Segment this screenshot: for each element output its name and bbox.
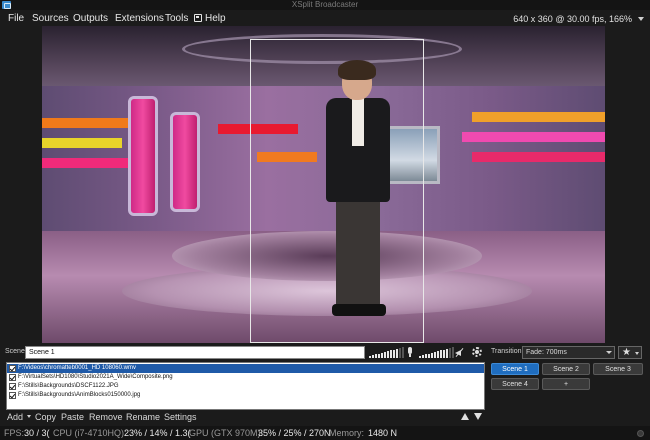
volume-bar bbox=[396, 348, 398, 358]
source-row[interactable]: F:\Stills\Backgrounds\DSCF1122.JPG bbox=[7, 382, 484, 391]
source-path: F:\VirtualSets\HD1080\Studio2021A_Wide\C… bbox=[18, 374, 173, 380]
volume-bar bbox=[402, 347, 404, 358]
window-title: XSplit Broadcaster bbox=[291, 0, 359, 9]
chevron-down-icon[interactable] bbox=[27, 415, 31, 418]
preview-stripe bbox=[42, 158, 137, 168]
paste-button[interactable]: Paste bbox=[61, 410, 84, 424]
transition-value: Fade: 700ms bbox=[526, 349, 567, 356]
cpu-value: 23% / 14% / 1.3( bbox=[124, 428, 191, 438]
volume-bar bbox=[425, 354, 427, 358]
volume-bar bbox=[452, 347, 454, 358]
volume-bar bbox=[369, 356, 371, 358]
microphone-volume-slider[interactable] bbox=[419, 347, 454, 358]
volume-bar bbox=[446, 348, 448, 358]
settings-button[interactable]: Settings bbox=[164, 410, 197, 424]
volume-bar bbox=[437, 351, 439, 358]
preview-pink-column bbox=[170, 112, 200, 212]
volume-bar bbox=[378, 353, 380, 358]
broadcast-preview[interactable] bbox=[42, 26, 605, 343]
scene-3-button[interactable]: Scene 3 bbox=[593, 363, 643, 375]
volume-bar bbox=[449, 348, 451, 358]
move-down-icon[interactable] bbox=[474, 413, 482, 420]
move-up-icon[interactable] bbox=[461, 413, 469, 420]
source-path: F:\Videos\chromatteb0001_HD 108060.wmv bbox=[18, 365, 136, 371]
source-row[interactable]: F:\VirtualSets\HD1080\Studio2021A_Wide\C… bbox=[7, 373, 484, 382]
scene-bar: Scene Transition Fade: 700ms ★ bbox=[0, 343, 650, 361]
gear-icon[interactable] bbox=[472, 347, 482, 357]
volume-bar bbox=[375, 354, 377, 358]
menu-file[interactable]: File bbox=[8, 10, 24, 28]
transition-select[interactable]: Fade: 700ms bbox=[522, 346, 615, 359]
scene-label: Scene bbox=[5, 348, 25, 355]
status-bar: FPS: 30 / 3( CPU (i7-4710HQ): 23% / 14% … bbox=[0, 426, 650, 440]
source-visibility-checkbox[interactable] bbox=[9, 383, 16, 390]
preview-stripe bbox=[42, 138, 122, 148]
scene-4-button[interactable]: Scene 4 bbox=[491, 378, 539, 390]
volume-bar bbox=[443, 349, 445, 358]
copy-button[interactable]: Copy bbox=[35, 410, 56, 424]
volume-bar bbox=[422, 355, 424, 358]
transition-label: Transition bbox=[491, 348, 522, 355]
preview-stripe bbox=[472, 112, 605, 122]
rename-button[interactable]: Rename bbox=[126, 410, 160, 424]
memory-value: 1480 N bbox=[368, 428, 398, 438]
preview-stripe bbox=[462, 132, 605, 142]
mute-icon[interactable] bbox=[455, 347, 465, 357]
volume-bar bbox=[393, 349, 395, 358]
source-row[interactable]: F:\Videos\chromatteb0001_HD 108060.wmv bbox=[7, 364, 484, 373]
status-indicator-icon bbox=[637, 430, 644, 437]
fps-label: FPS: bbox=[4, 428, 25, 438]
volume-bar bbox=[419, 356, 421, 358]
source-visibility-checkbox[interactable] bbox=[9, 392, 16, 399]
fps-value: 30 / 3( bbox=[24, 428, 50, 438]
source-row[interactable]: F:\Stills\Backgrounds\AnimBlocks0150000.… bbox=[7, 391, 484, 400]
volume-bar bbox=[387, 351, 389, 358]
source-list[interactable]: F:\Videos\chromatteb0001_HD 108060.wmv F… bbox=[6, 362, 485, 410]
add-scene-button[interactable]: + bbox=[542, 378, 590, 390]
source-visibility-checkbox[interactable] bbox=[9, 374, 16, 381]
gpu-label: GPU (GTX 970M): bbox=[189, 428, 264, 438]
volume-bar bbox=[434, 352, 436, 358]
volume-bar bbox=[428, 353, 430, 358]
add-source-button[interactable]: Add bbox=[7, 410, 23, 424]
volume-bar bbox=[399, 348, 401, 358]
microphone-icon[interactable] bbox=[407, 347, 413, 357]
volume-bar bbox=[390, 350, 392, 358]
gpu-value: 35% / 25% / 270N bbox=[258, 428, 331, 438]
chevron-down-icon bbox=[635, 352, 639, 355]
remove-button[interactable]: Remove bbox=[89, 410, 123, 424]
resolution-dropdown-icon[interactable] bbox=[638, 17, 644, 21]
volume-bar bbox=[440, 350, 442, 358]
scene-2-button[interactable]: Scene 2 bbox=[542, 363, 590, 375]
source-path: F:\Stills\Backgrounds\AnimBlocks0150000.… bbox=[18, 392, 141, 398]
title-bar: XSplit Broadcaster bbox=[0, 0, 650, 10]
volume-bar bbox=[372, 355, 374, 358]
volume-bar bbox=[431, 352, 433, 358]
scene-1-button[interactable]: Scene 1 bbox=[491, 363, 539, 375]
volume-bar bbox=[381, 352, 383, 358]
cpu-label: CPU (i7-4710HQ): bbox=[53, 428, 127, 438]
memory-label: Memory: bbox=[329, 428, 365, 438]
preview-pink-column bbox=[128, 96, 158, 216]
help-icon bbox=[194, 14, 202, 22]
chevron-down-icon bbox=[606, 351, 612, 354]
source-visibility-checkbox[interactable] bbox=[9, 365, 16, 372]
volume-bar bbox=[384, 352, 386, 358]
source-toolbar: Add Copy Paste Remove Rename Settings bbox=[0, 410, 490, 424]
favorite-transition-button[interactable]: ★ bbox=[618, 346, 642, 359]
star-icon: ★ bbox=[622, 347, 631, 358]
speaker-volume-slider[interactable] bbox=[369, 347, 404, 358]
preview-stripe bbox=[42, 118, 132, 128]
scene-name-input[interactable] bbox=[25, 346, 365, 359]
preview-stripe bbox=[472, 152, 605, 162]
source-path: F:\Stills\Backgrounds\DSCF1122.JPG bbox=[18, 383, 119, 389]
source-selection-box[interactable] bbox=[250, 39, 424, 343]
